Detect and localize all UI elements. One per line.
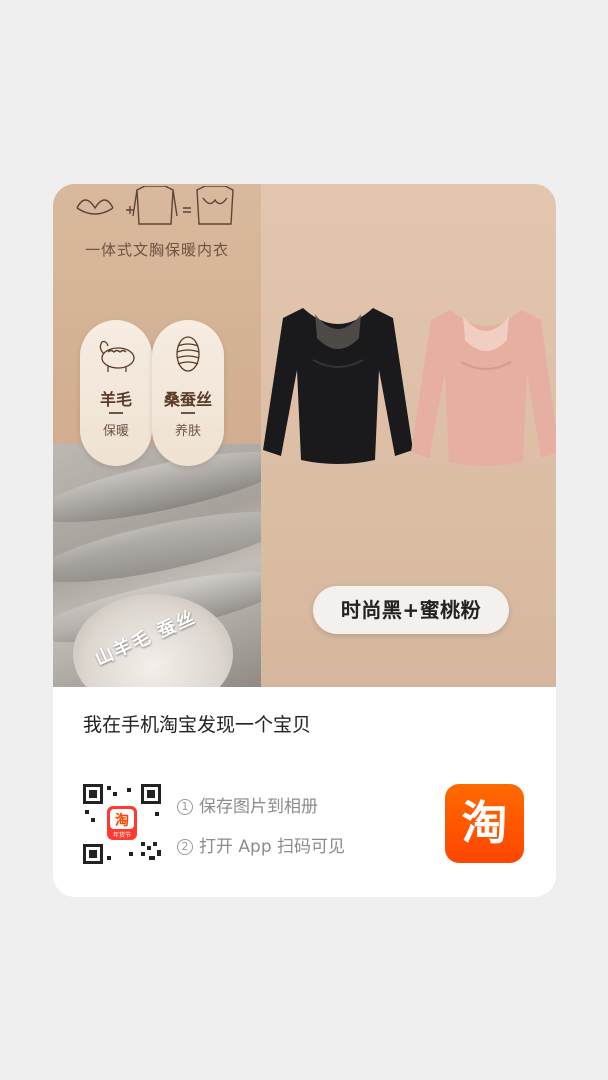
share-card: 一体式文胸保暖内衣 羊毛 保暖 桑蚕丝 养肤 山羊毛 蚕丝 时尚黑+蜜桃粉 我在… <box>53 184 556 897</box>
feature-wool: 羊毛 保暖 <box>80 320 152 466</box>
step-number: 1 <box>177 799 193 815</box>
instruction-step-2: 2 打开 App 扫码可见 <box>177 832 345 857</box>
step-text: 保存图片到相册 <box>199 797 318 817</box>
feature-subtitle: 养肤 <box>174 424 201 439</box>
bra-plus-top-equals-icon <box>76 186 234 225</box>
black-top-image <box>263 308 413 464</box>
product-image[interactable]: 一体式文胸保暖内衣 羊毛 保暖 桑蚕丝 养肤 山羊毛 蚕丝 时尚黑+蜜桃粉 <box>53 184 556 687</box>
feature-title: 桑蚕丝 <box>163 390 212 409</box>
share-title: 我在手机淘宝发现一个宝贝 <box>83 714 312 736</box>
feature-subtitle: 保暖 <box>102 424 129 439</box>
feature-title: 羊毛 <box>99 390 132 409</box>
color-options-badge: 时尚黑+蜜桃粉 <box>313 586 509 634</box>
feature-silk: 桑蚕丝 养肤 <box>152 320 224 466</box>
sheep-icon <box>99 340 135 372</box>
step-number: 2 <box>177 839 193 855</box>
qr-code[interactable]: 淘 年货节 <box>83 784 161 864</box>
taobao-app-logo[interactable]: 淘 <box>445 784 524 863</box>
instruction-step-1: 1 保存图片到相册 <box>177 792 318 817</box>
silk-cocoon-icon <box>176 336 200 372</box>
qr-center-logo: 淘 <box>115 812 129 829</box>
step-text: 打开 App 扫码可见 <box>199 837 346 857</box>
product-features-panel: 一体式文胸保暖内衣 羊毛 保暖 桑蚕丝 养肤 山羊毛 蚕丝 <box>53 184 295 687</box>
product-headline: 一体式文胸保暖内衣 <box>84 241 229 259</box>
pink-top-image <box>411 310 556 466</box>
qr-center-subtitle: 年货节 <box>113 831 131 839</box>
